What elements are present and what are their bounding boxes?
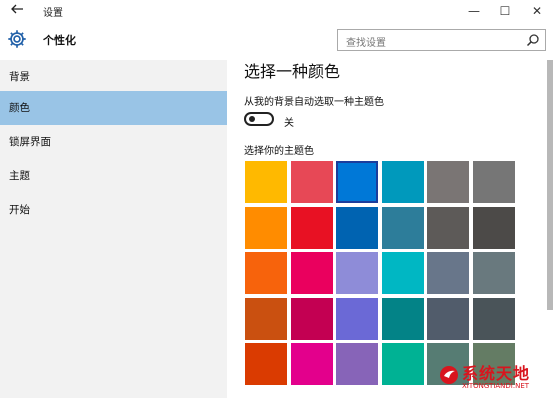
watermark-url: XITONGTIANDI.NET — [462, 382, 530, 390]
search-icon[interactable] — [526, 33, 540, 47]
search-input[interactable]: 查找设置 — [346, 34, 386, 49]
accent-color-swatch[interactable] — [291, 207, 333, 249]
page-header: 个性化 查找设置 — [0, 22, 557, 60]
sidebar-item-start[interactable]: 开始 — [0, 193, 227, 227]
maximize-button[interactable]: ☐ — [492, 1, 518, 21]
accent-color-swatch[interactable] — [382, 207, 424, 249]
sidebar: 背景 颜色 锁屏界面 主题 开始 — [0, 60, 227, 398]
sidebar-item-label: 主题 — [9, 170, 30, 182]
accent-color-swatch[interactable] — [336, 298, 378, 340]
toggle-knob — [249, 116, 255, 122]
title-bar: 设置 — ☐ ✕ — [0, 0, 557, 22]
page-title: 个性化 — [43, 34, 76, 47]
accent-color-swatch[interactable] — [382, 252, 424, 294]
watermark: 系统天地 XITONGTIANDI.NET — [438, 360, 554, 396]
sidebar-item-label: 锁屏界面 — [9, 136, 51, 148]
accent-color-swatch[interactable] — [291, 343, 333, 385]
section-title: 选择一种颜色 — [244, 62, 341, 81]
scrollbar[interactable] — [547, 60, 553, 398]
accent-color-swatch[interactable] — [427, 207, 469, 249]
auto-accent-toggle[interactable] — [244, 112, 274, 126]
sidebar-item-label: 开始 — [9, 204, 30, 216]
sidebar-item-label: 颜色 — [9, 102, 30, 114]
accent-color-swatch[interactable] — [427, 161, 469, 203]
accent-color-swatch[interactable] — [336, 161, 378, 203]
accent-color-swatch[interactable] — [245, 252, 287, 294]
accent-color-swatch[interactable] — [473, 298, 515, 340]
watermark-brand: 系统天地 — [462, 364, 531, 383]
scrollbar-thumb[interactable] — [547, 60, 553, 310]
accent-color-swatch[interactable] — [382, 343, 424, 385]
brand-logo-icon — [440, 366, 458, 384]
accent-color-swatch[interactable] — [245, 343, 287, 385]
toggle-state-label: 关 — [284, 118, 294, 129]
accent-color-swatch[interactable] — [336, 207, 378, 249]
content-pane: 选择一种颜色 从我的背景自动选取一种主题色 关 选择你的主题色 — [227, 60, 557, 398]
accent-color-swatch[interactable] — [427, 298, 469, 340]
sidebar-item-lock-screen[interactable]: 锁屏界面 — [0, 125, 227, 159]
back-button[interactable] — [8, 2, 26, 20]
close-button[interactable]: ✕ — [524, 1, 550, 21]
gear-icon — [8, 30, 26, 48]
minimize-button[interactable]: — — [461, 1, 487, 21]
accent-picker-label: 选择你的主题色 — [244, 146, 314, 157]
search-box[interactable]: 查找设置 — [337, 29, 546, 51]
sidebar-item-colors[interactable]: 颜色 — [0, 91, 227, 125]
accent-color-swatch[interactable] — [336, 343, 378, 385]
accent-color-swatch[interactable] — [382, 298, 424, 340]
auto-accent-label: 从我的背景自动选取一种主题色 — [244, 97, 384, 108]
window-title: 设置 — [43, 8, 63, 19]
accent-color-swatch[interactable] — [473, 207, 515, 249]
sidebar-item-themes[interactable]: 主题 — [0, 159, 227, 193]
accent-color-swatch[interactable] — [382, 161, 424, 203]
accent-color-swatch[interactable] — [245, 207, 287, 249]
sidebar-item-background[interactable]: 背景 — [0, 60, 227, 94]
accent-color-swatch[interactable] — [291, 252, 333, 294]
accent-color-swatch[interactable] — [291, 161, 333, 203]
accent-color-swatch[interactable] — [473, 252, 515, 294]
accent-color-swatch[interactable] — [427, 252, 469, 294]
accent-color-swatch[interactable] — [336, 252, 378, 294]
accent-color-swatch[interactable] — [245, 161, 287, 203]
arrow-left-icon — [11, 4, 23, 14]
accent-color-swatch[interactable] — [291, 298, 333, 340]
sidebar-item-label: 背景 — [9, 71, 30, 83]
accent-color-swatch[interactable] — [245, 298, 287, 340]
accent-color-swatch[interactable] — [473, 161, 515, 203]
